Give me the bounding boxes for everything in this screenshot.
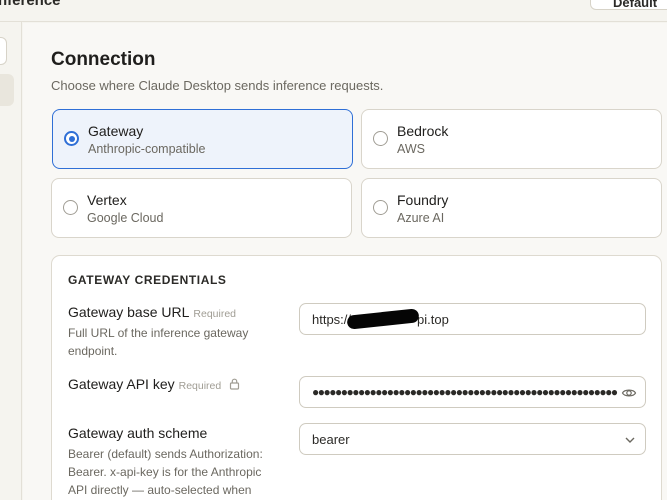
sidebar-item-active[interactable]	[0, 74, 14, 106]
radio-button[interactable]	[373, 131, 388, 146]
auth-scheme-label: Gateway auth scheme	[68, 425, 208, 441]
radio-button[interactable]	[63, 200, 78, 215]
auth-scheme-help: Bearer (default) sends Authorization: Be…	[68, 447, 263, 497]
eye-icon[interactable]	[621, 385, 637, 401]
url-suffix: pi.top	[417, 312, 449, 327]
provider-option-bedrock[interactable]: Bedrock AWS	[361, 109, 662, 169]
card-heading: GATEWAY CREDENTIALS	[68, 273, 227, 287]
option-description: Azure AI	[397, 211, 445, 225]
field-label: Gateway API key	[68, 376, 175, 392]
section-title: Connection	[51, 49, 156, 70]
auth-scheme-select[interactable]: bearer	[299, 423, 646, 455]
selected-value: bearer	[312, 432, 350, 447]
api-key-label: Gateway API key Required	[68, 376, 240, 392]
provider-option-gateway[interactable]: Gateway Anthropic-compatible	[52, 109, 353, 169]
required-badge: Required	[193, 308, 237, 320]
base-url-label: Gateway base URL Required	[68, 304, 236, 320]
base-url-input[interactable]: https:// pi.top	[299, 303, 646, 335]
default-button[interactable]: Default	[590, 0, 667, 10]
sidebar	[0, 22, 22, 500]
field-label: Gateway base URL	[68, 304, 190, 320]
base-url-help: Full URL of the inference gateway endpoi…	[68, 326, 249, 358]
masked-api-key: ●●●●●●●●●●●●●●●●●●●●●●●●●●●●●●●●●●●●●●●●…	[312, 385, 618, 399]
option-label: Bedrock	[397, 123, 449, 139]
gateway-credentials-card: GATEWAY CREDENTIALS Gateway base URL Requ…	[51, 255, 662, 500]
option-description: Anthropic-compatible	[88, 142, 206, 156]
radio-button[interactable]	[64, 131, 79, 146]
api-key-input[interactable]: ●●●●●●●●●●●●●●●●●●●●●●●●●●●●●●●●●●●●●●●●…	[299, 376, 646, 408]
redaction-mark	[346, 308, 420, 330]
option-description: AWS	[397, 142, 426, 156]
required-badge: Required	[178, 380, 222, 392]
provider-option-vertex[interactable]: Vertex Google Cloud	[51, 178, 352, 238]
settings-panel: Connection Choose where Claude Desktop s…	[23, 23, 667, 500]
top-bar: nference Default	[0, 0, 667, 22]
lock-icon	[230, 378, 240, 390]
sidebar-item[interactable]	[0, 37, 7, 65]
url-prefix: https://	[312, 312, 352, 327]
option-description: Google Cloud	[87, 211, 164, 225]
radio-button[interactable]	[373, 200, 388, 215]
chevron-down-icon	[625, 437, 635, 443]
option-label: Vertex	[87, 192, 127, 208]
section-subtitle: Choose where Claude Desktop sends infere…	[51, 78, 384, 93]
page-title: nference	[0, 0, 61, 9]
provider-option-foundry[interactable]: Foundry Azure AI	[361, 178, 662, 238]
option-label: Gateway	[88, 123, 144, 139]
option-label: Foundry	[397, 192, 449, 208]
